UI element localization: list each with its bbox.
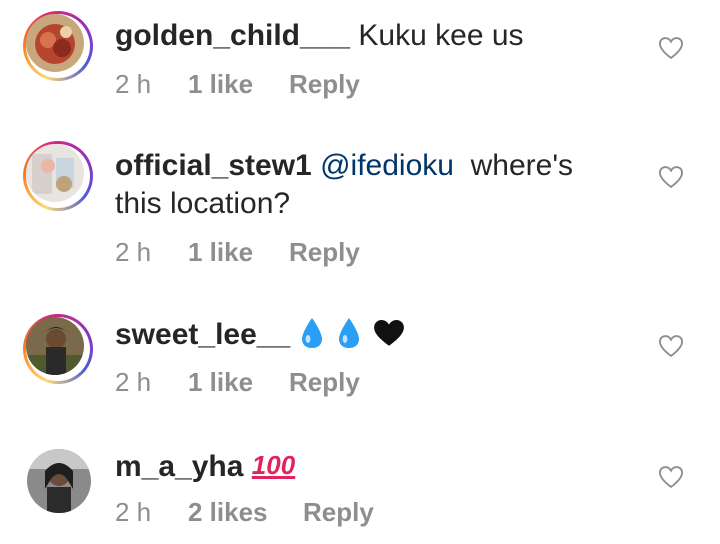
reply-button[interactable]: Reply	[289, 68, 360, 100]
heart-outline-icon[interactable]	[657, 332, 685, 360]
comment-username[interactable]: golden_child___	[115, 19, 350, 52]
avatar[interactable]	[26, 144, 84, 202]
comment-text: official_stew1 @ifedioku where's this lo…	[115, 147, 610, 223]
reply-button[interactable]: Reply	[289, 236, 360, 268]
droplet-emoji-icon	[302, 318, 323, 348]
avatar[interactable]	[26, 14, 84, 72]
comment-likes[interactable]: 2 likes	[188, 496, 268, 528]
heart-outline-icon[interactable]	[657, 163, 685, 191]
comment-time: 2 h	[115, 69, 152, 99]
heart-outline-icon[interactable]	[657, 463, 685, 491]
heart-outline-icon[interactable]	[657, 34, 685, 62]
comment-time: 2 h	[115, 367, 152, 397]
hundred-points-emoji-icon: 100	[251, 450, 296, 480]
story-ring[interactable]	[23, 141, 93, 211]
comment-body: Kuku kee us	[358, 19, 524, 52]
comment-username[interactable]: m_a_yha	[115, 450, 243, 483]
reply-button[interactable]: Reply	[303, 496, 374, 528]
story-ring[interactable]	[23, 11, 93, 81]
comment-username[interactable]: sweet_lee__	[115, 318, 290, 351]
comment-text: sweet_lee__	[115, 316, 610, 354]
comment-likes[interactable]: 1 like	[188, 366, 253, 398]
black-heart-emoji-icon	[374, 319, 405, 346]
comment-time: 2 h	[115, 497, 152, 527]
avatar[interactable]	[27, 449, 91, 513]
comment-body-line2: this location?	[115, 187, 291, 220]
comment-mention[interactable]: @ifedioku	[320, 149, 454, 182]
comment-body: where's	[470, 149, 574, 182]
reply-button[interactable]: Reply	[289, 366, 360, 398]
droplet-emoji-icon	[338, 318, 359, 348]
story-ring[interactable]	[23, 314, 93, 384]
comment-likes[interactable]: 1 like	[188, 236, 253, 268]
comment-likes[interactable]: 1 like	[188, 68, 253, 100]
avatar[interactable]	[26, 317, 84, 375]
comment-text: m_a_yha 100	[115, 446, 610, 486]
comment-username[interactable]: official_stew1	[115, 149, 312, 182]
comment-text: golden_child___ Kuku kee us	[115, 17, 610, 55]
comment-time: 2 h	[115, 237, 152, 267]
